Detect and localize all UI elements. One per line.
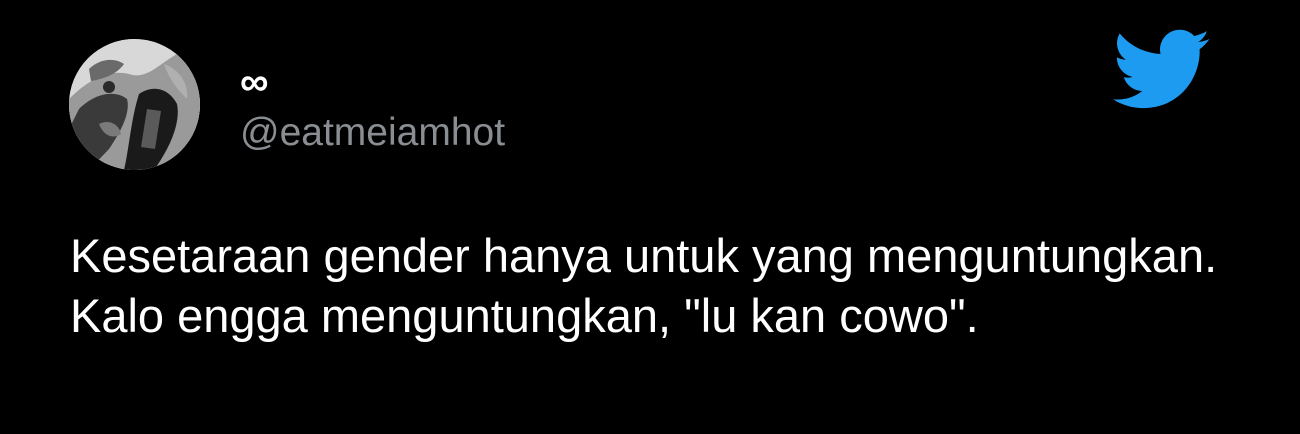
tweet-text: Kesetaraan gender hanya untuk yang mengu… [70,229,1218,342]
user-handle[interactable]: @eatmeiamhot [240,110,505,156]
twitter-bird-icon [1098,18,1222,120]
display-name[interactable]: ∞ [240,58,269,106]
avatar[interactable] [69,39,200,170]
twitter-bird-svg [1112,29,1210,109]
avatar-image [69,39,200,170]
